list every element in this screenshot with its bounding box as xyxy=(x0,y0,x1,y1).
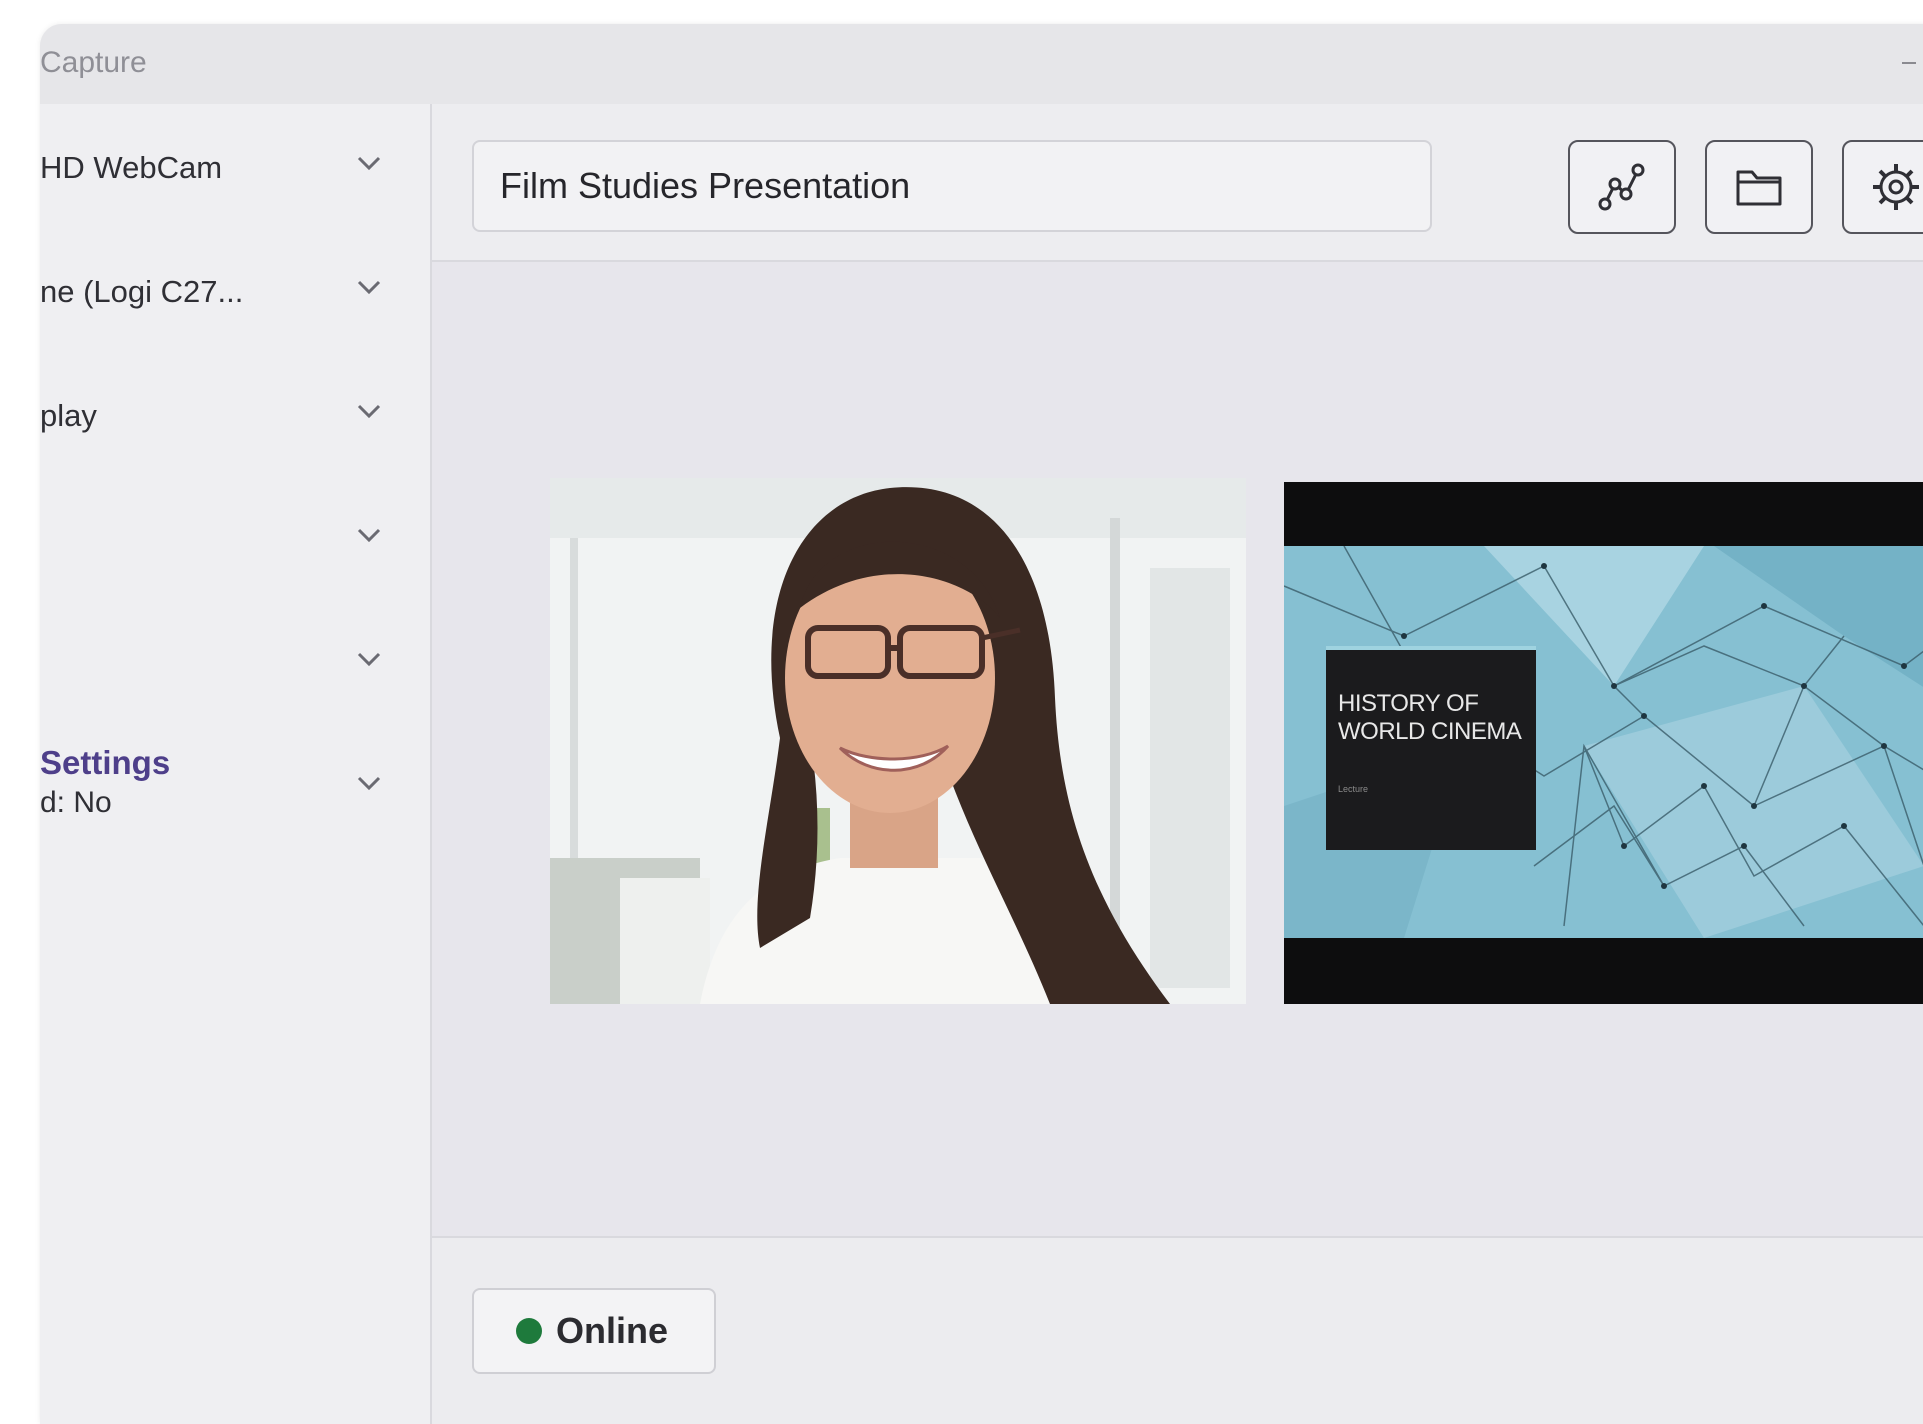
window-title: Capture xyxy=(40,46,147,79)
sidebar-item-label: play xyxy=(40,398,97,433)
minimize-button[interactable] xyxy=(1902,62,1916,64)
main-panel: HISTORY OF WORLD CINEMA Lecture Online C… xyxy=(432,104,1923,1424)
sidebar: HD WebCam ne (Logi C27... play Settings … xyxy=(40,104,432,1424)
chevron-down-icon[interactable] xyxy=(352,642,386,676)
folder-button[interactable] xyxy=(1705,140,1813,234)
sidebar-item-microphone[interactable]: ne (Logi C27... xyxy=(40,248,430,338)
title-bar: Capture xyxy=(40,24,1923,105)
chevron-down-icon[interactable] xyxy=(352,518,386,552)
sidebar-item-label: HD WebCam xyxy=(40,150,223,185)
sidebar-item-label: ne (Logi C27... xyxy=(40,274,244,309)
sidebar-settings-title: Settings xyxy=(40,744,171,781)
slide-title-card: HISTORY OF WORLD CINEMA Lecture xyxy=(1326,646,1536,850)
chevron-down-icon[interactable] xyxy=(352,394,386,428)
gear-icon xyxy=(1873,164,1919,210)
webcam-preview[interactable] xyxy=(550,478,1246,1004)
online-status-dot xyxy=(516,1318,542,1344)
webcam-feed-image xyxy=(550,478,1246,1004)
slide-title: HISTORY OF WORLD CINEMA xyxy=(1338,690,1522,745)
sidebar-settings-subtitle: d: No xyxy=(40,786,112,819)
chevron-down-icon[interactable] xyxy=(352,766,386,800)
bottom-bar: Online Ca xyxy=(432,1236,1923,1424)
sidebar-item-source-5[interactable] xyxy=(40,620,430,710)
slide-subtitle: Lecture xyxy=(1338,784,1369,794)
screen-share-preview[interactable]: HISTORY OF WORLD CINEMA Lecture xyxy=(1284,482,1923,1004)
chevron-down-icon[interactable] xyxy=(352,270,386,304)
recording-title-input[interactable] xyxy=(472,140,1432,232)
graph-button[interactable] xyxy=(1568,140,1676,234)
capture-window: Capture HD WebCam ne (Logi C27... play S… xyxy=(40,24,1923,1424)
graph-icon xyxy=(1598,163,1645,211)
preview-area: HISTORY OF WORLD CINEMA Lecture xyxy=(432,262,1923,1236)
chevron-down-icon[interactable] xyxy=(352,146,386,180)
status-label: Online xyxy=(556,1310,669,1351)
sidebar-item-settings[interactable]: Settings d: No xyxy=(40,744,430,834)
top-toolbar xyxy=(432,104,1923,262)
sidebar-item-source-4[interactable] xyxy=(40,496,430,586)
sidebar-item-display[interactable]: play xyxy=(40,372,430,462)
folder-icon xyxy=(1736,170,1782,206)
settings-button[interactable] xyxy=(1842,140,1923,234)
status-button[interactable]: Online xyxy=(472,1288,716,1374)
slide-background-image: HISTORY OF WORLD CINEMA Lecture xyxy=(1284,546,1923,938)
sidebar-item-camera[interactable]: HD WebCam xyxy=(40,124,430,214)
